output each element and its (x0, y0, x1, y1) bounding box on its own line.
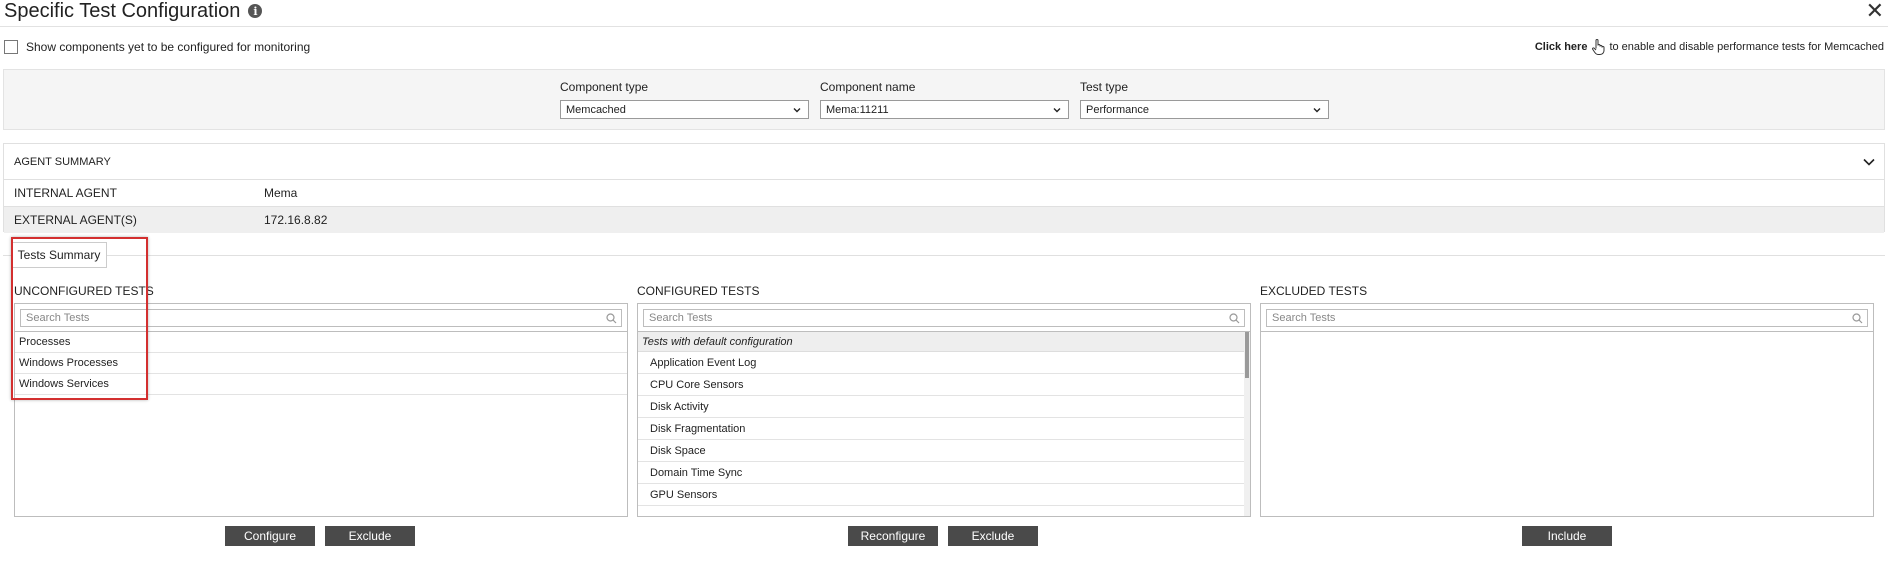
agent-summary-title: AGENT SUMMARY (14, 155, 111, 168)
list-item[interactable]: Disk Space (638, 440, 1244, 462)
list-item[interactable]: Disk Activity (638, 396, 1244, 418)
configured-tests-title: CONFIGURED TESTS (637, 284, 760, 298)
reconfigure-button[interactable]: Reconfigure (848, 526, 938, 546)
test-type-value: Performance (1086, 103, 1149, 116)
internal-agent-key: INTERNAL AGENT (14, 186, 117, 200)
configured-tests-list: Search Tests Tests with default configur… (637, 303, 1251, 517)
external-agent-value: 172.16.8.82 (264, 213, 328, 227)
list-item[interactable]: Domain Time Sync (638, 462, 1244, 484)
configured-scrollbar[interactable] (1244, 332, 1250, 516)
info-icon[interactable]: i (248, 4, 263, 18)
agent-summary-header[interactable]: AGENT SUMMARY (4, 144, 1884, 180)
page-title: Specific Test Configuration i (4, 0, 263, 22)
configure-button[interactable]: Configure (225, 526, 315, 546)
chevron-down-icon (793, 107, 801, 112)
agent-summary-panel: AGENT SUMMARY INTERNAL AGENT Mema EXTERN… (3, 143, 1885, 233)
internal-agent-row: INTERNAL AGENT Mema (4, 180, 1884, 206)
enable-tests-hint: Click here to enable and disable perform… (1535, 39, 1884, 55)
external-agent-row: EXTERNAL AGENT(S) 172.16.8.82 (4, 206, 1884, 233)
exclude-button[interactable]: Exclude (325, 526, 415, 546)
configured-search-placeholder: Search Tests (649, 312, 713, 324)
click-here-suffix: to enable and disable performance tests … (1609, 41, 1884, 53)
include-button[interactable]: Include (1522, 526, 1612, 546)
component-type-label: Component type (560, 80, 649, 94)
show-unconfigured-option[interactable]: Show components yet to be configured for… (4, 40, 310, 54)
list-item[interactable]: Application Event Log (638, 352, 1244, 374)
hand-pointer-icon (1592, 39, 1605, 55)
excluded-tests-title: EXCLUDED TESTS (1260, 284, 1368, 298)
excluded-search-placeholder: Search Tests (1272, 312, 1336, 324)
configured-search-wrap: Search Tests (638, 304, 1250, 332)
component-name-select[interactable]: Mema:11211 (820, 100, 1069, 119)
excluded-search-input[interactable]: Search Tests (1266, 309, 1868, 327)
excluded-search-wrap: Search Tests (1261, 304, 1873, 332)
component-type-select[interactable]: Memcached (560, 100, 809, 119)
component-name-value: Mema:11211 (826, 103, 889, 116)
click-here-link[interactable]: Click here (1535, 41, 1588, 53)
component-type-value: Memcached (566, 103, 626, 116)
list-item[interactable]: GPU Sensors (638, 484, 1244, 506)
list-item[interactable]: Disk Fragmentation (638, 418, 1244, 440)
internal-agent-value: Mema (264, 186, 298, 200)
list-item[interactable]: CPU Core Sensors (638, 374, 1244, 396)
search-icon (606, 312, 617, 323)
test-type-label: Test type (1080, 80, 1129, 94)
search-icon (1852, 312, 1863, 323)
chevron-down-icon (1053, 107, 1061, 112)
test-type-select[interactable]: Performance (1080, 100, 1329, 119)
chevron-down-icon[interactable] (1862, 157, 1876, 167)
header-divider (0, 26, 1888, 27)
excluded-tests-list: Search Tests (1260, 303, 1874, 517)
configured-search-input[interactable]: Search Tests (643, 309, 1245, 327)
search-icon (1229, 312, 1240, 323)
component-name-label: Component name (820, 80, 916, 94)
exclude-configured-button[interactable]: Exclude (948, 526, 1038, 546)
page-title-text: Specific Test Configuration (4, 0, 241, 22)
scrollbar-thumb[interactable] (1245, 332, 1249, 378)
show-unconfigured-label: Show components yet to be configured for… (26, 40, 311, 54)
highlight-box (11, 237, 148, 400)
chevron-down-icon (1313, 107, 1321, 112)
external-agent-key: EXTERNAL AGENT(S) (14, 213, 137, 227)
close-icon[interactable]: ✕ (1866, 0, 1884, 24)
show-unconfigured-checkbox[interactable] (4, 40, 18, 54)
configured-group-header: Tests with default configuration (638, 332, 1244, 352)
configured-items: Tests with default configuration Applica… (638, 332, 1244, 516)
